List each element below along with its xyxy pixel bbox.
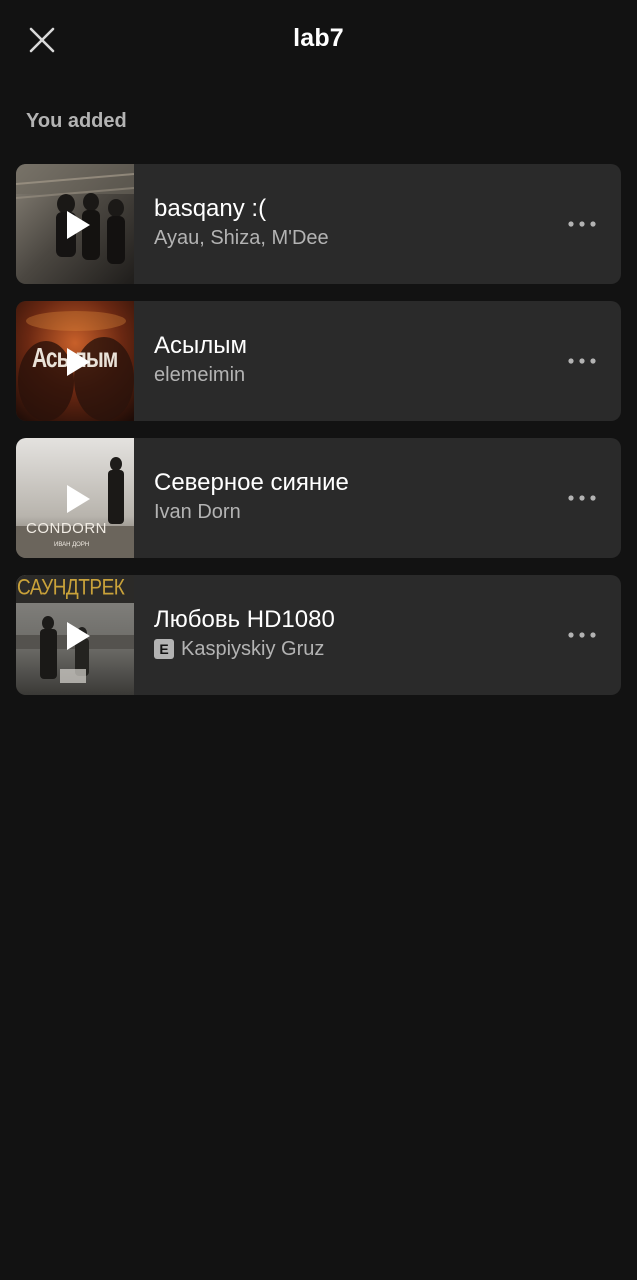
explicit-badge: E xyxy=(154,639,174,659)
page-title: lab7 xyxy=(293,24,344,52)
cover-text: САУНДТРЕК xyxy=(17,576,125,601)
track-title: Любовь HD1080 xyxy=(154,606,335,633)
more-options-button[interactable] xyxy=(567,484,597,512)
album-cover[interactable]: CONDORN ИВАН ДОРН xyxy=(16,438,134,558)
more-options-button[interactable] xyxy=(567,210,597,238)
play-icon[interactable] xyxy=(65,484,91,514)
artist-name: elemeimin xyxy=(154,364,246,386)
more-icon xyxy=(568,221,596,227)
album-cover[interactable]: Асылым xyxy=(16,301,134,421)
track-list: basqany :( Ayau, Shiza, M'Dee Асылым ele… xyxy=(16,164,621,712)
track-row[interactable]: CONDORN ИВАН ДОРН Северное сияние Ivan D… xyxy=(16,438,621,558)
header: lab7 xyxy=(0,0,637,80)
track-row[interactable]: basqany :( Ayau, Shiza, M'Dee xyxy=(16,164,621,284)
cover-text: CONDORN xyxy=(26,520,107,537)
track-title: Асылым xyxy=(154,332,248,359)
track-row[interactable]: Асылым Асылым elemeimin xyxy=(16,301,621,421)
track-info: Любовь HD1080 E Kaspiyskiy Gruz xyxy=(154,605,541,662)
more-icon xyxy=(568,632,596,638)
artist-name: Ayau, Shiza, M'Dee xyxy=(154,227,329,249)
album-cover[interactable] xyxy=(16,164,134,284)
cover-subtext: ИВАН ДОРН xyxy=(54,542,90,548)
track-info: Северное сияние Ivan Dorn xyxy=(154,468,541,525)
play-icon[interactable] xyxy=(65,347,91,377)
album-cover[interactable]: САУНДТРЕК xyxy=(16,575,134,695)
track-title: Северное сияние xyxy=(154,469,349,496)
track-artist: Ivan Dorn xyxy=(154,499,541,525)
play-icon[interactable] xyxy=(65,210,91,240)
more-icon xyxy=(568,358,596,364)
track-artist: E Kaspiyskiy Gruz xyxy=(154,636,541,662)
track-artist: elemeimin xyxy=(154,362,541,388)
track-row[interactable]: САУНДТРЕК Любовь HD1080 E Kaspiyskiy Gru… xyxy=(16,575,621,695)
track-info: Асылым elemeimin xyxy=(154,331,541,388)
more-options-button[interactable] xyxy=(567,347,597,375)
track-info: basqany :( Ayau, Shiza, M'Dee xyxy=(154,194,541,251)
section-label: You added xyxy=(26,110,127,132)
play-icon[interactable] xyxy=(65,621,91,651)
more-icon xyxy=(568,495,596,501)
track-artist: Ayau, Shiza, M'Dee xyxy=(154,225,541,251)
track-title: basqany :( xyxy=(154,195,267,222)
artist-name: Kaspiyskiy Gruz xyxy=(181,638,325,660)
more-options-button[interactable] xyxy=(567,621,597,649)
artist-name: Ivan Dorn xyxy=(154,501,241,523)
